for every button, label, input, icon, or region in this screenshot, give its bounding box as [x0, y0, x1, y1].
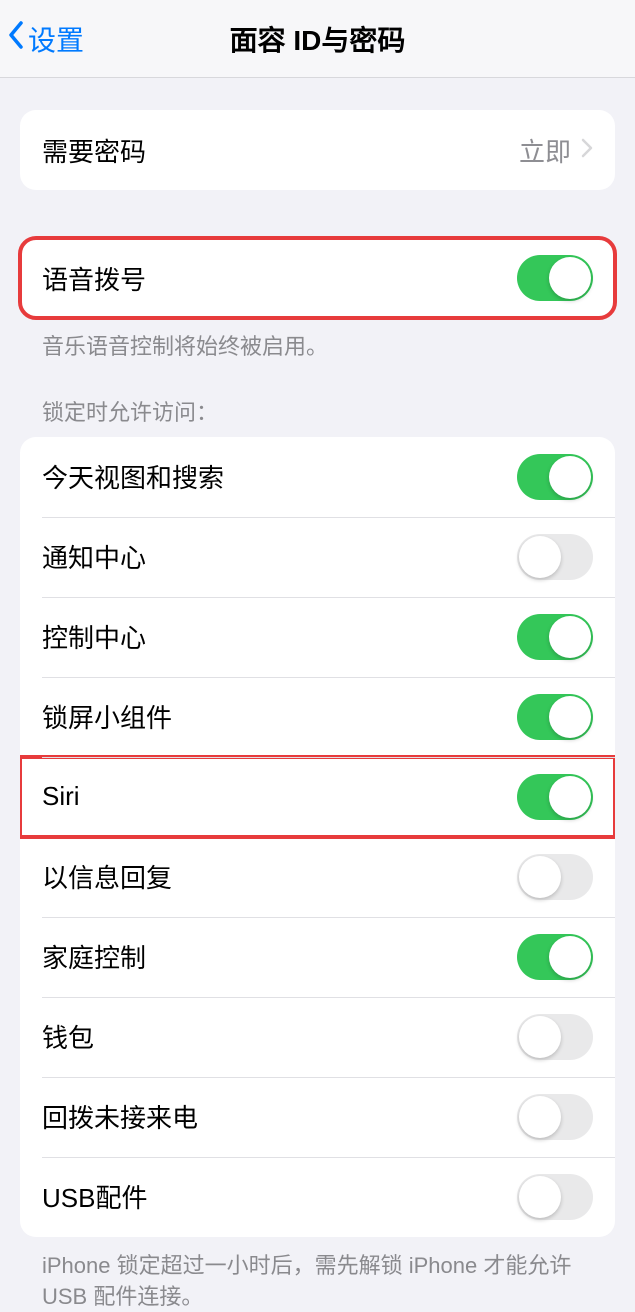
lock-access-row: 今天视图和搜索	[20, 437, 615, 517]
lock-access-row: 回拨未接来电	[20, 1077, 615, 1157]
lock-access-row: 控制中心	[20, 597, 615, 677]
content: 需要密码 立即 语音拨号 音乐语音控制将始终被启用。 锁定时允许访问： 今天视图…	[0, 110, 635, 1312]
lock-access-toggle[interactable]	[517, 534, 593, 580]
lock-access-label: 家庭控制	[42, 938, 146, 975]
back-label: 设置	[28, 19, 84, 59]
lock-access-label: Siri	[42, 781, 80, 812]
require-passcode-label: 需要密码	[42, 132, 146, 169]
lock-access-toggle[interactable]	[517, 614, 593, 660]
lock-access-label: 以信息回复	[42, 858, 172, 895]
voice-dial-row: 语音拨号	[20, 238, 615, 318]
lock-access-label: 控制中心	[42, 618, 146, 655]
lock-access-row: 锁屏小组件	[20, 677, 615, 757]
voice-dial-footer: 音乐语音控制将始终被启用。	[20, 318, 615, 363]
lock-access-toggle[interactable]	[517, 934, 593, 980]
lock-access-toggle[interactable]	[517, 854, 593, 900]
lock-access-row: 钱包	[20, 997, 615, 1077]
lock-access-row: Siri	[20, 757, 615, 837]
nav-bar: 设置 面容 ID与密码	[0, 0, 635, 78]
lock-access-row: USB配件	[20, 1157, 615, 1237]
lock-access-toggle[interactable]	[517, 1014, 593, 1060]
lock-access-label: 钱包	[42, 1018, 94, 1055]
lock-access-row: 家庭控制	[20, 917, 615, 997]
lock-access-row: 通知中心	[20, 517, 615, 597]
row-accessory: 立即	[519, 132, 593, 169]
lock-access-toggle[interactable]	[517, 454, 593, 500]
chevron-right-icon	[581, 138, 593, 163]
lock-access-footer: iPhone 锁定超过一小时后，需先解锁 iPhone 才能允许 USB 配件连…	[20, 1237, 615, 1312]
lock-access-toggle[interactable]	[517, 694, 593, 740]
lock-access-toggle[interactable]	[517, 774, 593, 820]
require-passcode-group: 需要密码 立即	[20, 110, 615, 190]
voice-dial-toggle[interactable]	[517, 255, 593, 301]
lock-access-toggle[interactable]	[517, 1174, 593, 1220]
voice-dial-label: 语音拨号	[42, 260, 146, 297]
lock-access-header: 锁定时允许访问：	[20, 363, 615, 437]
require-passcode-value: 立即	[519, 132, 571, 169]
voice-dial-group: 语音拨号	[20, 238, 615, 318]
lock-access-label: 回拨未接来电	[42, 1098, 198, 1135]
lock-access-label: 锁屏小组件	[42, 698, 172, 735]
lock-access-group: 今天视图和搜索通知中心控制中心锁屏小组件 Siri 以信息回复家庭控制钱包回拨未接来…	[20, 437, 615, 1237]
lock-access-toggle[interactable]	[517, 1094, 593, 1140]
lock-access-label: 今天视图和搜索	[42, 458, 224, 495]
back-button[interactable]: 设置	[8, 19, 84, 59]
lock-access-label: 通知中心	[42, 538, 146, 575]
lock-access-row: 以信息回复	[20, 837, 615, 917]
page-title: 面容 ID与密码	[230, 19, 406, 59]
require-passcode-row[interactable]: 需要密码 立即	[20, 110, 615, 190]
chevron-left-icon	[8, 21, 24, 56]
lock-access-label: USB配件	[42, 1178, 147, 1215]
